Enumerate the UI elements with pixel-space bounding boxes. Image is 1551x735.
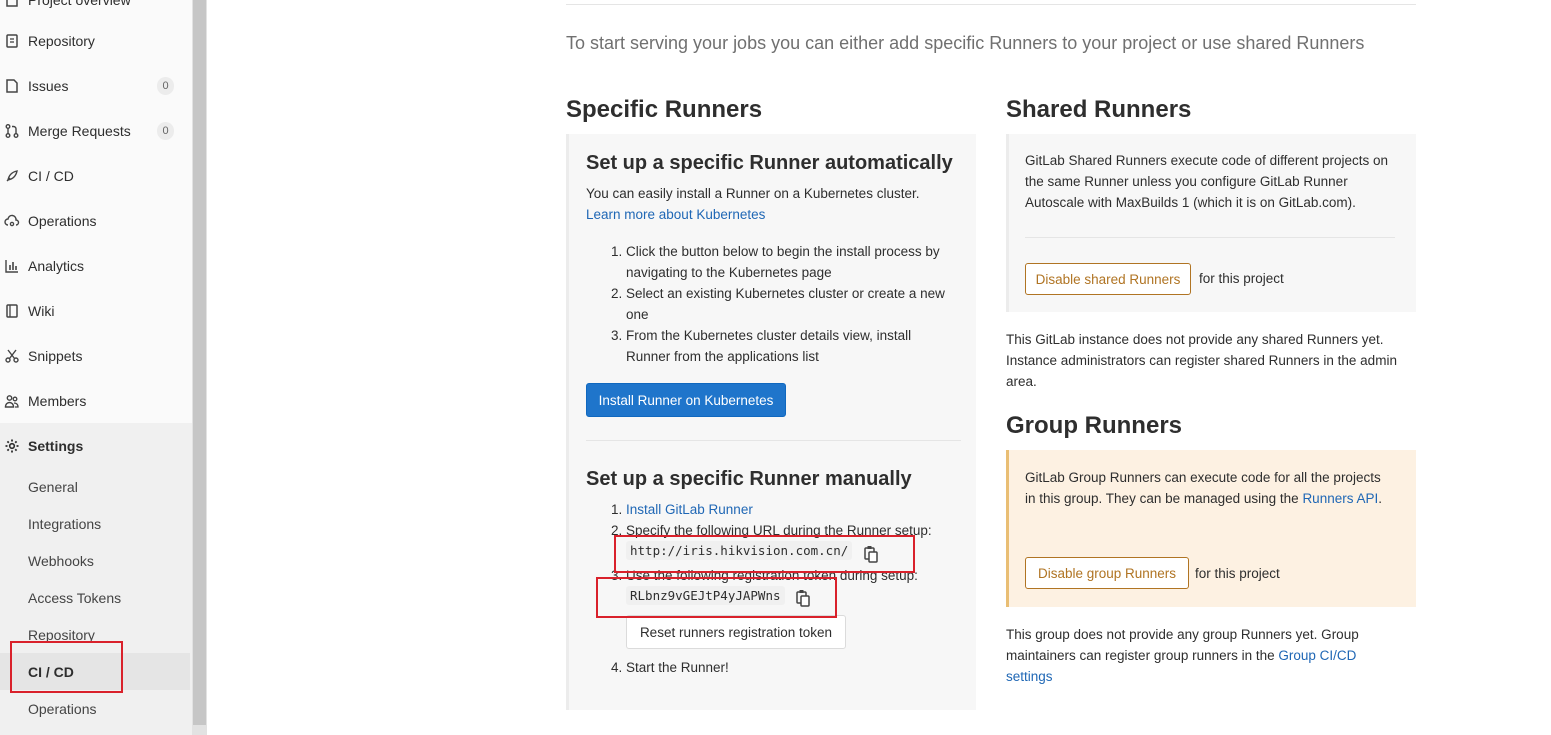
auto-setup-title: Set up a specific Runner automatically bbox=[586, 152, 953, 174]
sidebar-item-label: CI / CD bbox=[28, 168, 74, 184]
kubernetes-learn-more-link[interactable]: Learn more about Kubernetes bbox=[586, 204, 765, 225]
shared-runners-card: GitLab Shared Runners execute code of di… bbox=[1006, 134, 1416, 312]
specific-runners-card: Set up a specific Runner automatically Y… bbox=[566, 134, 976, 710]
install-runner-kubernetes-button[interactable]: Install Runner on Kubernetes bbox=[586, 383, 786, 417]
step-number: 4. bbox=[611, 660, 623, 675]
auto-step-2-line2: one bbox=[626, 307, 649, 322]
disable-group-runners-button[interactable]: Disable group Runners bbox=[1025, 557, 1189, 589]
sidebar-item-label: Project overview bbox=[28, 0, 131, 8]
sidebar-item-label: Operations bbox=[28, 213, 97, 229]
specific-runners-title: Specific Runners bbox=[566, 96, 763, 123]
sidebar-item-label: Analytics bbox=[28, 258, 85, 274]
scissors-icon bbox=[5, 349, 19, 363]
shared-note-line2: Instance administrators can register sha… bbox=[1006, 353, 1397, 368]
subitem-label: General bbox=[28, 478, 78, 495]
intro-text: To start serving your jobs you can eithe… bbox=[566, 33, 1365, 53]
reset-registration-token-button[interactable]: Reset runners registration token bbox=[626, 615, 846, 649]
sidebar-item-label: Wiki bbox=[28, 303, 55, 319]
sidebar-item-label: Snippets bbox=[28, 348, 83, 364]
group-note-line1: This group does not provide any group Ru… bbox=[1006, 627, 1359, 642]
group-cicd-settings-link[interactable]: Group CI/CD bbox=[1278, 648, 1356, 663]
group-desc-end: . bbox=[1378, 491, 1382, 506]
group-runners-title: Group Runners bbox=[1006, 412, 1183, 439]
group-note-line2: maintainers can register group runners i… bbox=[1006, 645, 1356, 666]
cloud-gear-icon bbox=[4, 214, 20, 227]
group-suffix: for this project bbox=[1195, 566, 1280, 581]
settings-subitem-webhooks[interactable]: Webhooks bbox=[0, 542, 190, 579]
subitem-label: Webhooks bbox=[28, 552, 94, 569]
sidebar-scrollbar-thumb[interactable] bbox=[193, 0, 206, 725]
auto-step-3-line2: Runner from the applications list bbox=[626, 349, 819, 364]
sidebar-item-merge-requests[interactable]: Merge Requests 0 bbox=[0, 113, 192, 149]
sidebar: Project overview Repository Issues 0 Mer… bbox=[0, 0, 192, 735]
sidebar-item-members[interactable]: Members bbox=[0, 383, 192, 419]
group-note-text: maintainers can register group runners i… bbox=[1006, 648, 1279, 663]
group-cicd-settings-link-2[interactable]: settings bbox=[1006, 666, 1053, 687]
sidebar-item-issues[interactable]: Issues 0 bbox=[0, 68, 192, 104]
settings-subitem-integrations[interactable]: Integrations bbox=[0, 505, 190, 542]
users-icon bbox=[4, 395, 19, 408]
sidebar-item-snippets[interactable]: Snippets bbox=[0, 338, 192, 374]
sidebar-item-project-overview[interactable]: Project overview bbox=[0, 0, 192, 18]
auto-setup-desc: You can easily install a Runner on a Kub… bbox=[586, 186, 920, 201]
shared-desc-line3: Autoscale with MaxBuilds 1 (which it is … bbox=[1025, 195, 1356, 210]
sidebar-item-label: Settings bbox=[28, 438, 84, 454]
step-number: 2. bbox=[611, 286, 623, 301]
top-divider bbox=[566, 4, 1416, 5]
shared-note-line1: This GitLab instance does not provide an… bbox=[1006, 332, 1384, 347]
disable-shared-runners-button[interactable]: Disable shared Runners bbox=[1025, 263, 1191, 295]
issues-icon bbox=[6, 79, 18, 93]
shared-desc-line2: the same Runner unless you configure Git… bbox=[1025, 174, 1348, 189]
section-divider bbox=[1025, 237, 1395, 238]
highlight-box-url bbox=[614, 535, 915, 573]
group-desc-line2: in this group. They can be managed using… bbox=[1025, 488, 1382, 509]
group-desc-line1: GitLab Group Runners can execute code fo… bbox=[1025, 470, 1381, 485]
sidebar-item-repository[interactable]: Repository bbox=[0, 23, 192, 59]
issues-count-badge: 0 bbox=[157, 77, 174, 95]
sidebar-item-label: Issues bbox=[28, 78, 69, 94]
rocket-icon bbox=[6, 170, 18, 182]
sidebar-item-analytics[interactable]: Analytics bbox=[0, 248, 192, 284]
gear-icon bbox=[5, 439, 19, 453]
sidebar-item-label: Repository bbox=[28, 33, 95, 49]
subitem-label: Integrations bbox=[28, 515, 102, 532]
install-gitlab-runner-link[interactable]: Install GitLab Runner bbox=[626, 499, 753, 520]
shared-note-line3: area. bbox=[1006, 374, 1037, 389]
auto-step-3-line1: From the Kubernetes cluster details view… bbox=[626, 328, 912, 343]
settings-subitem-general[interactable]: General bbox=[0, 468, 190, 505]
group-desc-text: in this group. They can be managed using… bbox=[1025, 491, 1303, 506]
settings-subitem-access-tokens[interactable]: Access Tokens bbox=[0, 579, 190, 616]
group-runners-card: GitLab Group Runners can execute code fo… bbox=[1006, 450, 1416, 607]
step-number: 3. bbox=[611, 328, 623, 343]
shared-desc-line1: GitLab Shared Runners execute code of di… bbox=[1025, 153, 1388, 168]
auto-step-1-line1: Click the button below to begin the inst… bbox=[626, 244, 940, 259]
shared-suffix: for this project bbox=[1199, 271, 1284, 286]
runners-api-link[interactable]: Runners API bbox=[1302, 491, 1378, 506]
highlight-box-token bbox=[596, 577, 837, 618]
home-icon bbox=[6, 0, 18, 7]
merge-request-icon bbox=[5, 124, 19, 138]
book-icon bbox=[6, 34, 18, 48]
subitem-label: Access Tokens bbox=[28, 589, 122, 606]
step-number: 1. bbox=[611, 244, 623, 259]
section-divider bbox=[586, 440, 961, 441]
settings-subitem-operations[interactable]: Operations bbox=[0, 690, 190, 727]
chart-icon bbox=[5, 260, 18, 273]
manual-step-4-text: Start the Runner! bbox=[626, 660, 729, 675]
sidebar-item-settings[interactable]: Settings bbox=[0, 428, 192, 464]
auto-step-1-line2: navigating to the Kubernetes page bbox=[626, 265, 832, 280]
shared-runners-title: Shared Runners bbox=[1006, 96, 1192, 123]
sidebar-item-label: Merge Requests bbox=[28, 123, 131, 139]
highlight-box-ci-cd bbox=[10, 641, 123, 693]
sidebar-item-wiki[interactable]: Wiki bbox=[0, 293, 192, 329]
manual-setup-title: Set up a specific Runner manually bbox=[586, 468, 912, 490]
merge-requests-count-badge: 0 bbox=[157, 122, 174, 140]
sidebar-item-ci-cd[interactable]: CI / CD bbox=[0, 158, 192, 194]
subitem-label: Operations bbox=[28, 700, 97, 717]
sidebar-item-operations[interactable]: Operations bbox=[0, 203, 192, 239]
step-number: 1. bbox=[611, 502, 623, 517]
book-icon bbox=[6, 304, 18, 318]
sidebar-item-label: Members bbox=[28, 393, 87, 409]
auto-step-2-line1: Select an existing Kubernetes cluster or… bbox=[626, 286, 945, 301]
